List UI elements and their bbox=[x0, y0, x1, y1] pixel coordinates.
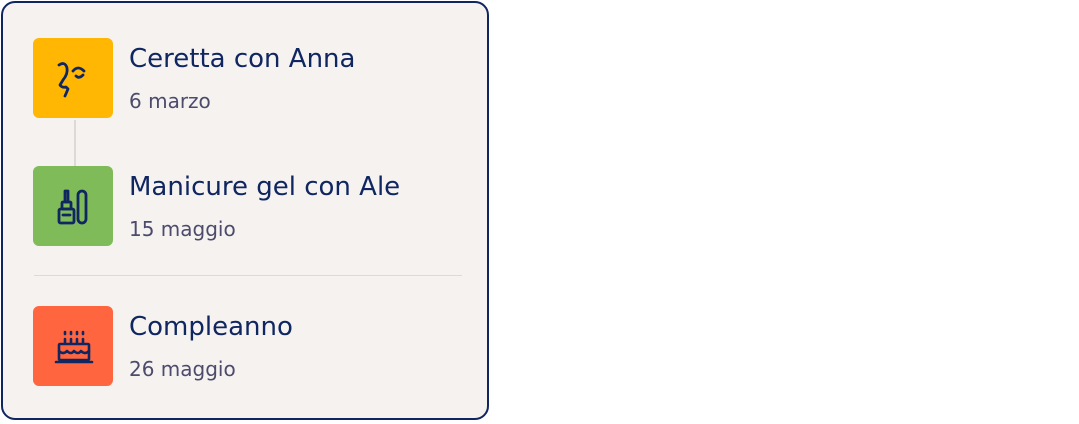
event-date: 15 maggio bbox=[129, 217, 236, 241]
section-divider bbox=[34, 275, 462, 276]
list-item-compleanno[interactable]: Compleanno 26 maggio bbox=[33, 306, 473, 388]
timeline-connector bbox=[74, 120, 76, 168]
event-tile bbox=[33, 38, 113, 118]
list-item-ceretta[interactable]: Ceretta con Anna 6 marzo bbox=[33, 38, 473, 120]
event-date: 6 marzo bbox=[129, 89, 211, 113]
nail-polish-icon bbox=[57, 189, 88, 225]
event-date: 26 maggio bbox=[129, 357, 236, 381]
event-title: Compleanno bbox=[129, 312, 293, 342]
event-tile bbox=[33, 306, 113, 386]
birthday-cake-icon bbox=[54, 330, 94, 364]
face-icon bbox=[57, 62, 86, 98]
list-item-manicure[interactable]: Manicure gel con Ale 15 maggio bbox=[33, 166, 473, 248]
appointments-card: Ceretta con Anna 6 marzo Manicure gel co… bbox=[1, 1, 489, 420]
event-title: Manicure gel con Ale bbox=[129, 172, 401, 202]
event-tile bbox=[33, 166, 113, 246]
event-title: Ceretta con Anna bbox=[129, 44, 356, 74]
